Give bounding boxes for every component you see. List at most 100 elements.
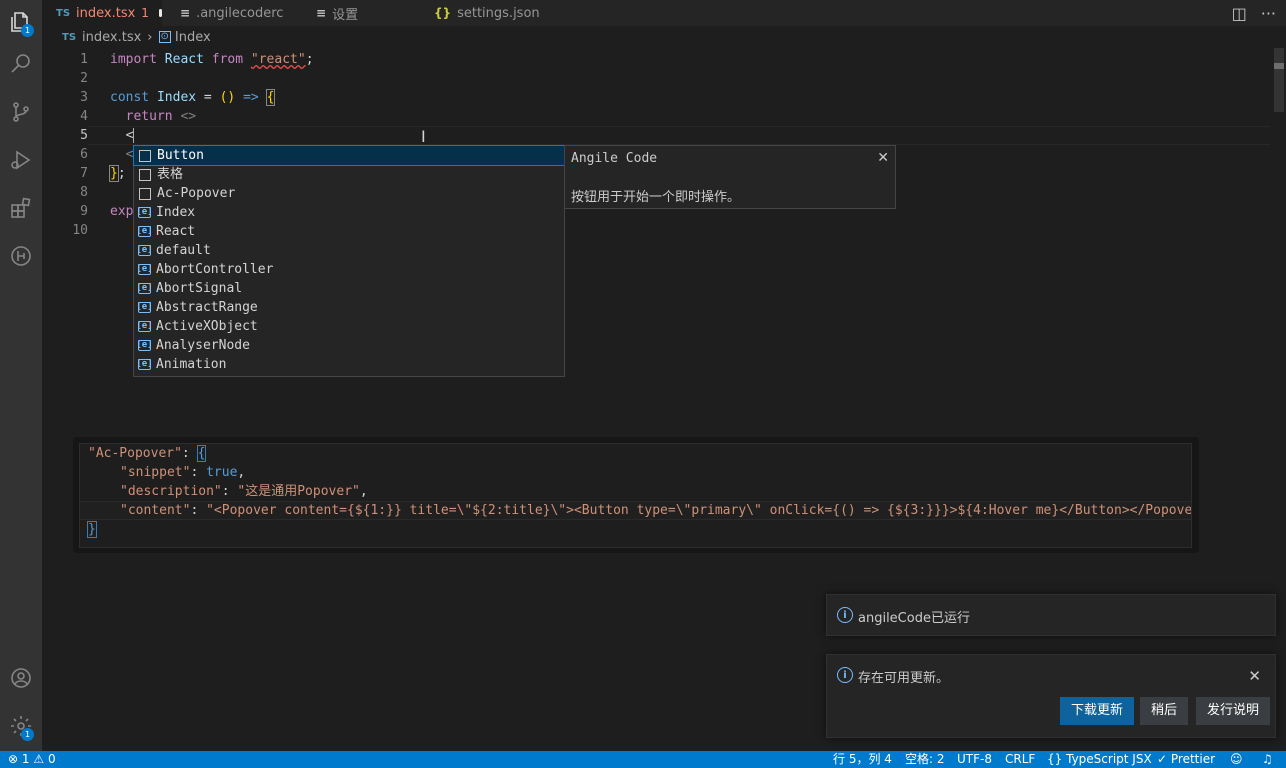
feedback-icon[interactable]: ☺ [1230, 751, 1243, 768]
json-string: "这是通用Popover" [237, 484, 360, 499]
arrow: => [235, 90, 267, 105]
download-update-button[interactable]: 下载更新 [1060, 697, 1135, 725]
suggest-item[interactable]: [e] ActiveXObject [134, 317, 564, 336]
status-bar: ⊗ 1 ⚠ 0 行 5，列 4 空格: 2 UTF-8 CRLF {} Type… [0, 751, 1286, 768]
suggest-item[interactable]: [e] AbortSignal [134, 279, 564, 298]
line-number: 1 [80, 52, 88, 67]
prettier-status[interactable]: ✓ Prettier [1157, 751, 1215, 768]
debug-icon [11, 150, 31, 170]
suggest-label: Animation [156, 357, 227, 372]
keyword: import [110, 52, 157, 67]
line-number: 5 [80, 128, 88, 143]
punctuation: : [190, 465, 207, 480]
punctuation: : [221, 484, 238, 499]
bracket: } [109, 165, 119, 182]
search-icon [11, 54, 30, 73]
check-icon: ✓ [1157, 752, 1168, 766]
bracket: } [87, 521, 97, 538]
vertical-scrollbar[interactable] [1272, 48, 1286, 751]
run-debug-button[interactable] [0, 138, 42, 182]
extensions-button[interactable] [0, 186, 42, 230]
punctuation: ; [305, 52, 314, 67]
notification-toast: i 存在可用更新。 ✕ 下载更新 稍后 发行说明 [826, 654, 1276, 738]
line-number: 4 [80, 109, 88, 124]
tab-index-tsx[interactable]: TS index.tsx 1 [42, 0, 162, 26]
breadcrumb-file[interactable]: index.tsx [82, 30, 141, 45]
cursor-position[interactable]: 行 5，列 4 [833, 751, 892, 768]
tab-label: .angilecoderc [196, 5, 284, 21]
later-button[interactable]: 稍后 [1140, 697, 1189, 725]
bell-icon[interactable]: ♫ [1262, 751, 1273, 768]
suggest-item[interactable]: [e] Animation [134, 355, 564, 374]
suggest-item[interactable]: 表格 [134, 165, 564, 184]
suggest-label: Ac-Popover [157, 186, 236, 201]
typescript-icon: TS [56, 7, 71, 19]
gitlens-button[interactable] [0, 234, 42, 278]
punctuation: : [181, 446, 198, 461]
suggest-label: default [156, 243, 211, 258]
variable-icon: [e] [136, 207, 153, 218]
tab-angilecoderc[interactable]: ≡ .angilecoderc [166, 0, 296, 26]
suggest-item[interactable]: [e] AbstractRange [134, 298, 564, 317]
problems-status[interactable]: ⊗ 1 ⚠ 0 [8, 751, 56, 768]
suggest-item[interactable]: Ac-Popover [134, 184, 564, 203]
code-line-3: const Index = () => { [110, 88, 1270, 107]
more-actions-icon[interactable]: ··· [1261, 4, 1276, 23]
punctuation: : [190, 503, 207, 518]
language-label: TypeScript JSX [1066, 752, 1152, 766]
suggest-item[interactable]: [e] AbortController [134, 260, 564, 279]
suggest-item[interactable]: [e] Index [134, 203, 564, 222]
manage-button[interactable]: 1 [0, 704, 42, 748]
suggest-details: Angile Code ✕ 按钮用于开始一个即时操作。 [564, 145, 896, 209]
bracket: () [219, 90, 236, 105]
lines-icon: ≡ [180, 6, 191, 20]
line-number: 2 [80, 71, 88, 86]
line-number: 9 [80, 204, 88, 219]
variable-icon: [e] [136, 321, 153, 332]
split-editor-icon[interactable]: ◫ [1232, 4, 1247, 23]
source-control-button[interactable] [0, 90, 42, 134]
encoding[interactable]: UTF-8 [957, 751, 992, 768]
bracket: { [265, 89, 276, 106]
accounts-button[interactable] [0, 656, 42, 700]
suggest-item[interactable]: [e] default [134, 241, 564, 260]
code-line-1: import React from "react"; [110, 50, 1270, 69]
braces-icon: {} [1047, 752, 1063, 766]
prettier-label: Prettier [1170, 752, 1216, 766]
indentation[interactable]: 空格: 2 [905, 751, 945, 768]
close-icon[interactable]: ✕ [877, 150, 889, 166]
suggest-item[interactable]: Button [133, 145, 565, 166]
snippet-icon [139, 149, 151, 162]
json-key: "Ac-Popover" [88, 446, 182, 461]
variable-icon: [e] [136, 302, 153, 313]
line-number: 7 [80, 166, 88, 181]
info-icon: i [837, 607, 853, 623]
suggest-item[interactable]: [e] React [134, 222, 564, 241]
bracket: { [196, 445, 207, 462]
tab-settings[interactable]: ≡ 设置 [302, 0, 412, 26]
tab-settings-json[interactable]: {} settings.json [420, 0, 570, 26]
variable-icon: [e] [136, 340, 153, 351]
explorer-button[interactable]: 1 [0, 0, 42, 44]
suggest-item[interactable]: [e] AnalyserNode [134, 336, 564, 355]
breadcrumb-symbol[interactable]: Index [175, 30, 211, 45]
manage-badge: 1 [21, 728, 34, 741]
language-mode[interactable]: {} TypeScript JSX [1047, 751, 1152, 768]
close-icon[interactable]: ✕ [1248, 667, 1261, 685]
release-notes-button[interactable]: 发行说明 [1196, 697, 1271, 725]
tab-bar: TS index.tsx 1 ≡ .angilecoderc ≡ 设置 {} s… [42, 0, 1286, 26]
scrollbar-thumb[interactable] [1274, 48, 1284, 112]
json-key: "description" [120, 484, 222, 499]
search-button[interactable] [0, 42, 42, 86]
details-description: 按钮用于开始一个即时操作。 [571, 190, 741, 205]
line-number: 3 [80, 90, 88, 105]
warning-count: 0 [47, 752, 56, 766]
typescript-icon: TS [62, 31, 77, 43]
end-of-line[interactable]: CRLF [1005, 751, 1035, 768]
variable-icon: [e] [136, 226, 153, 237]
tab-label: 设置 [332, 7, 359, 23]
unsaved-dot-icon[interactable] [158, 9, 162, 17]
line-number: 8 [80, 185, 88, 200]
code-text: < [110, 128, 134, 143]
